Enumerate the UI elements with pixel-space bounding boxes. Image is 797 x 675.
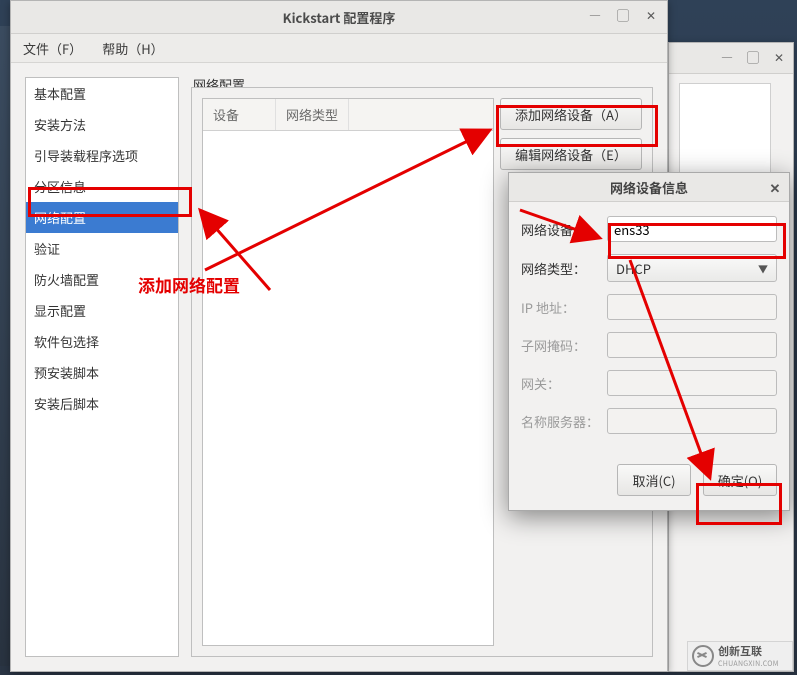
watermark-logo-icon xyxy=(692,645,714,667)
nameserver-label: 名称服务器： xyxy=(521,412,607,431)
edit-network-device-button[interactable]: 编辑网络设备（E） xyxy=(500,138,642,170)
ip-label: IP 地址： xyxy=(521,298,607,317)
gateway-label: 网关： xyxy=(521,374,607,393)
sidebar-item-install[interactable]: 安装方法 xyxy=(26,109,178,140)
sidebar-item-auth[interactable]: 验证 xyxy=(26,233,178,264)
menu-file[interactable]: 文件（F） xyxy=(19,37,86,60)
titlebar: Kickstart 配置程序 ― ▢ ✕ xyxy=(11,1,667,34)
minimize-icon[interactable]: ― xyxy=(587,7,603,23)
netmask-input xyxy=(607,332,777,358)
sidebar-item-display[interactable]: 显示配置 xyxy=(26,295,178,326)
ok-button[interactable]: 确定(O) xyxy=(703,464,777,496)
watermark-sub: CHUANGXIN.COM xyxy=(718,659,779,669)
menu-bar: 文件（F） 帮助（H） xyxy=(11,34,667,63)
dialog-titlebar: 网络设备信息 ✕ xyxy=(509,173,789,202)
watermark-brand: 创新互联 xyxy=(718,643,779,659)
sidebar-item-network[interactable]: 网络配置 xyxy=(26,202,178,233)
dialog-title: 网络设备信息 xyxy=(610,178,688,197)
sidebar-item-firewall[interactable]: 防火墙配置 xyxy=(26,264,178,295)
cancel-button[interactable]: 取消(C) xyxy=(617,464,691,496)
nameserver-input xyxy=(607,408,777,434)
add-network-device-button[interactable]: 添加网络设备（A） xyxy=(500,98,642,130)
network-device-dialog: 网络设备信息 ✕ 网络设备： 网络类型： DHCP ▼ IP 地址： 子网掩码：… xyxy=(508,172,790,511)
device-table: 设备 网络类型 xyxy=(202,98,494,646)
sidebar-item-packages[interactable]: 软件包选择 xyxy=(26,326,178,357)
close-icon[interactable]: ✕ xyxy=(643,7,659,23)
type-label: 网络类型： xyxy=(521,259,607,278)
ip-input xyxy=(607,294,777,320)
sidebar-item-basic[interactable]: 基本配置 xyxy=(26,78,178,109)
device-label: 网络设备： xyxy=(521,220,607,239)
device-input[interactable] xyxy=(607,216,777,242)
maximize-icon[interactable]: ▢ xyxy=(615,7,631,23)
window-title: Kickstart 配置程序 xyxy=(283,8,396,27)
maximize-icon[interactable]: ▢ xyxy=(745,49,761,65)
table-header-device: 设备 xyxy=(203,99,276,130)
dialog-close-icon[interactable]: ✕ xyxy=(767,178,783,194)
sidebar-item-pre[interactable]: 预安装脚本 xyxy=(26,357,178,388)
sidebar-item-bootloader[interactable]: 引导装载程序选项 xyxy=(26,140,178,171)
background-window-titlebar: ― ▢ ✕ xyxy=(669,43,793,74)
sidebar-item-post[interactable]: 安装后脚本 xyxy=(26,388,178,419)
network-type-select[interactable]: DHCP ▼ xyxy=(607,254,777,282)
sidebar: 基本配置 安装方法 引导装载程序选项 分区信息 网络配置 验证 防火墙配置 显示… xyxy=(25,77,179,657)
chevron-down-icon: ▼ xyxy=(758,261,768,276)
watermark: 创新互联 CHUANGXIN.COM xyxy=(687,641,793,671)
gateway-input xyxy=(607,370,777,396)
network-type-value: DHCP xyxy=(616,259,651,278)
sidebar-item-partition[interactable]: 分区信息 xyxy=(26,171,178,202)
table-header-type: 网络类型 xyxy=(276,99,349,130)
minimize-icon[interactable]: ― xyxy=(719,49,735,65)
netmask-label: 子网掩码： xyxy=(521,336,607,355)
menu-help[interactable]: 帮助（H） xyxy=(98,37,167,60)
close-icon[interactable]: ✕ xyxy=(771,49,787,65)
